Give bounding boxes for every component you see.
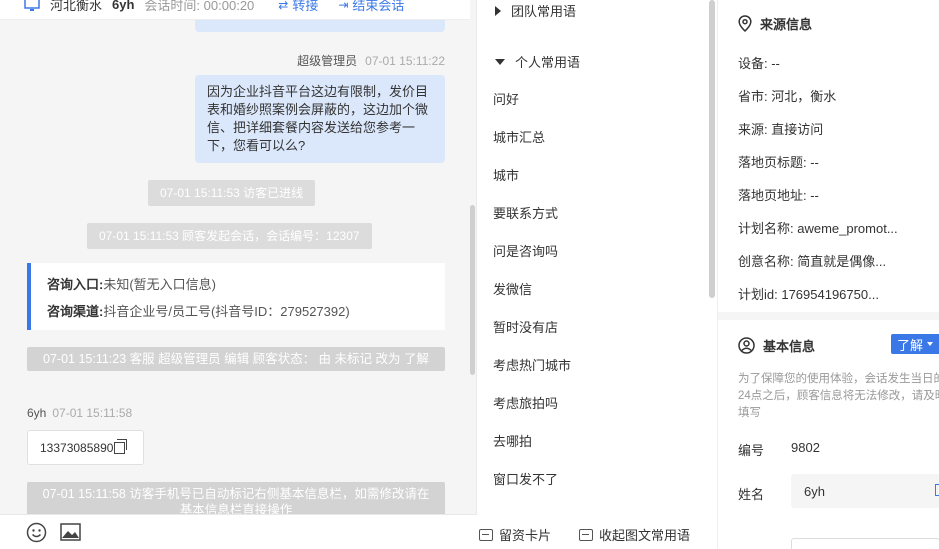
phrase-item[interactable]: 问好 — [493, 89, 519, 108]
caret-right-icon — [495, 5, 501, 16]
customer-status-label: 了解 — [897, 337, 924, 353]
transfer-icon: ⇄ — [278, 0, 289, 12]
user-icon — [738, 337, 755, 354]
phrase-item[interactable]: 暂时没有店 — [493, 317, 558, 336]
customer-status-dropdown[interactable]: 了解 — [891, 334, 939, 354]
basic-info-title: 基本信息 — [738, 336, 815, 355]
customer-id-label: 编号 — [738, 443, 765, 458]
basic-info-label: 基本信息 — [763, 339, 816, 354]
source-row-creative-name: 创意名称: 简直就是偶像... — [738, 254, 887, 269]
phrases-footer: 留资卡片 收起图文常用语 — [477, 520, 717, 549]
message-list[interactable]: 超级管理员 07-01 15:11:22 因为企业抖音平台这边有限制，发价目表和婚… — [0, 20, 470, 514]
customer-info-panel: 来源信息 〈 设备: -- 省市: 河北，衡水 来源: 直接访问 落地页标题: … — [717, 0, 939, 549]
visitor-name: 6yh — [112, 0, 135, 12]
agent-name: 超级管理员 — [297, 54, 358, 68]
visitor-message-time: 07-01 15:11:58 — [52, 406, 133, 420]
visitor-message-meta: 6yh 07-01 15:11:58 — [27, 406, 132, 420]
source-row-landing-title: 落地页标题: -- — [738, 155, 819, 170]
phrase-item[interactable]: 去哪拍 — [493, 431, 532, 450]
consult-info-card: 咨询入口:未知(暂无入口信息) 咨询渠道:抖音企业号/员工号(抖音号ID：279… — [27, 263, 445, 330]
exit-icon: ⇥ — [338, 0, 349, 12]
section-divider — [718, 312, 939, 320]
phrase-item[interactable]: 城市汇总 — [493, 127, 545, 146]
customer-name-value: 6yh — [804, 483, 825, 499]
system-message-phone: 07-01 15:11:58 访客手机号已自动标记右侧基本信息栏，如需修改请在基… — [27, 482, 445, 514]
system-message-status: 07-01 15:11:23 客服 超级管理员 编辑 顾客状态： 由 未标记 改… — [27, 347, 445, 371]
collapse-phrases-label: 收起图文常用语 — [599, 528, 691, 543]
consult-entry-label: 咨询入口: — [47, 277, 104, 292]
phrase-item[interactable]: 要联系方式 — [493, 203, 558, 222]
source-info-label: 来源信息 — [760, 17, 813, 32]
chat-scrollbar[interactable] — [470, 205, 475, 375]
edit-deadline-notice: 为了保障您的使用体验，会话发生当日的24点之后，顾客信息将无法修改，请及时填写 — [738, 373, 939, 419]
phrase-group-team[interactable]: 团队常用语 — [495, 1, 576, 20]
customer-name-input[interactable]: 6yh — [791, 474, 939, 508]
quick-phrases-panel: 团队常用语 个人常用语 问好 城市汇总 城市 要联系方式 问是咨询吗 发微信 暂… — [477, 0, 717, 549]
phrase-item[interactable]: 窗口发不了 — [493, 469, 558, 488]
chevron-down-icon — [927, 342, 934, 346]
phrase-item[interactable]: 问是咨询吗 — [493, 241, 558, 260]
lead-card-button[interactable]: 留资卡片 — [479, 525, 551, 544]
visitor-message-bubble: 13373085890 — [27, 430, 144, 465]
visitor-phone-text: 13373085890 — [40, 440, 114, 455]
source-row-region: 省市: 河北，衡水 — [738, 89, 837, 104]
location-pin-icon — [738, 15, 752, 32]
phrase-item[interactable]: 发微信 — [493, 279, 532, 298]
agent-message-bubble: 因为企业抖音平台这边有限制，发价目表和婚纱照案例会屏蔽的，这边加个微信、把详细套… — [195, 75, 445, 163]
transfer-label: 转接 — [292, 0, 319, 13]
phrase-item[interactable]: 考虑热门城市 — [493, 355, 571, 374]
end-session-label: 结束会话 — [352, 0, 405, 13]
visitor-sender: 6yh — [27, 406, 47, 420]
phrase-item[interactable]: 考虑旅拍吗 — [493, 393, 558, 412]
collapse-phrases-button[interactable]: 收起图文常用语 — [579, 525, 690, 544]
customer-id-value: 9802 — [791, 440, 820, 455]
phrase-group-personal[interactable]: 个人常用语 — [495, 52, 580, 71]
edit-icon[interactable] — [935, 484, 939, 496]
source-info-title: 来源信息 — [738, 14, 812, 33]
phrase-item[interactable]: 城市 — [493, 165, 519, 184]
source-row-plan-id: 计划id: 176954196750... — [738, 287, 879, 302]
phrase-group-team-label: 团队常用语 — [511, 4, 577, 19]
phrase-group-personal-label: 个人常用语 — [515, 55, 581, 70]
image-icon[interactable] — [59, 521, 81, 543]
caret-down-icon — [495, 58, 505, 65]
phrases-scrollbar[interactable] — [709, 0, 715, 298]
source-row-landing-url: 落地页地址: -- — [738, 188, 819, 203]
collapse-doc-icon — [579, 528, 593, 541]
end-session-button[interactable]: ⇥ 结束会话 — [338, 0, 404, 14]
chat-panel: 河北衡水 6yh 会话时间: 00:00:20 ⇄ 转接 ⇥ 结束会话 超级管理… — [0, 0, 477, 549]
agent-message-time: 07-01 15:11:22 — [365, 54, 445, 68]
source-row-plan-name: 计划名称: aweme_promot... — [738, 221, 898, 236]
card-icon — [479, 528, 493, 541]
monitor-icon — [24, 0, 40, 11]
previous-message-bubble — [195, 20, 445, 32]
chat-input-toolbar — [0, 514, 477, 549]
lead-card-label: 留资卡片 — [499, 528, 552, 543]
source-row-origin: 来源: 直接访问 — [738, 122, 824, 137]
system-message-entered: 07-01 15:11:53 访客已进线 — [148, 180, 316, 206]
copy-icon[interactable] — [114, 438, 128, 454]
consult-channel-value: 抖音企业号/员工号(抖音号ID：279527392) — [103, 304, 350, 319]
agent-message-meta: 超级管理员 07-01 15:11:22 — [297, 52, 445, 69]
collapse-left-icon[interactable]: 〈 — [930, 13, 939, 37]
system-message-session: 07-01 15:11:53 顾客发起会话，会话编号：12307 — [87, 223, 372, 249]
duration-label: 会话时间: — [144, 0, 201, 13]
visitor-location: 河北衡水 — [50, 0, 103, 13]
transfer-button[interactable]: ⇄ 转接 — [278, 0, 318, 14]
next-field-input[interactable] — [791, 538, 939, 549]
chat-header: 河北衡水 6yh 会话时间: 00:00:20 ⇄ 转接 ⇥ 结束会话 — [0, 0, 470, 20]
duration-value: 00:00:20 — [203, 0, 255, 13]
customer-name-label: 姓名 — [738, 487, 765, 502]
consult-entry-value: 未知(暂无入口信息) — [103, 277, 217, 292]
consult-channel-label: 咨询渠道: — [47, 304, 104, 319]
source-row-device: 设备: -- — [738, 56, 780, 71]
emoji-icon[interactable] — [25, 521, 47, 543]
